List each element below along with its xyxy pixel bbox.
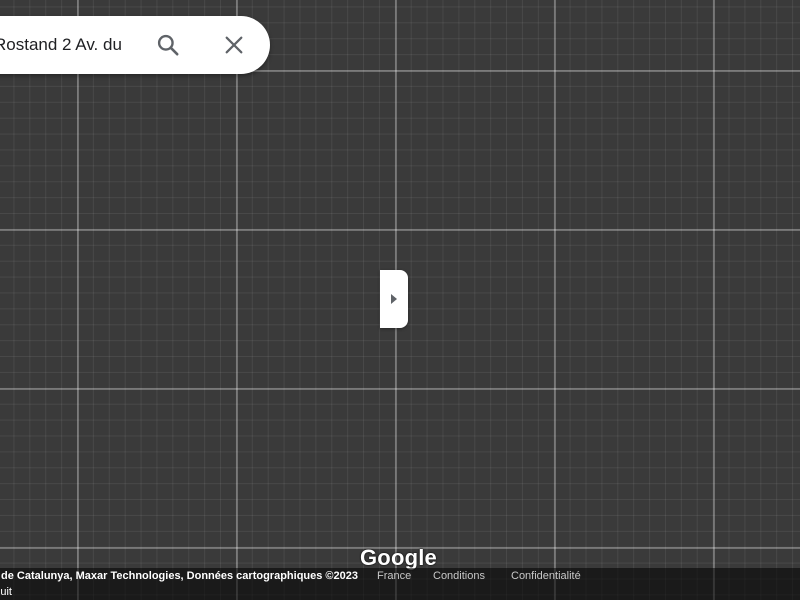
- search-box[interactable]: Rostand 2 Av. du Président Wilson: [0, 16, 270, 74]
- privacy-link[interactable]: Confidentialité: [511, 570, 581, 582]
- footer-second-line[interactable]: Envoyer un commentaire Circuit: [0, 586, 12, 598]
- search-input[interactable]: Rostand 2 Av. du Président Wilson: [0, 35, 124, 55]
- clear-search-button[interactable]: [218, 29, 250, 61]
- map-footer: Institut Cartogràfic de Catalunya, Maxar…: [0, 568, 800, 600]
- chevron-right-icon: [391, 294, 397, 304]
- search-button[interactable]: [152, 29, 184, 61]
- attribution-text: Institut Cartogràfic de Catalunya, Maxar…: [0, 570, 358, 582]
- terms-link[interactable]: Conditions: [433, 570, 485, 582]
- expand-panel-button[interactable]: [380, 270, 408, 328]
- region-link[interactable]: France: [377, 570, 411, 582]
- search-icon: [157, 34, 179, 56]
- close-icon: [225, 36, 243, 54]
- map-attribution: Institut Cartogràfic de Catalunya, Maxar…: [0, 570, 358, 582]
